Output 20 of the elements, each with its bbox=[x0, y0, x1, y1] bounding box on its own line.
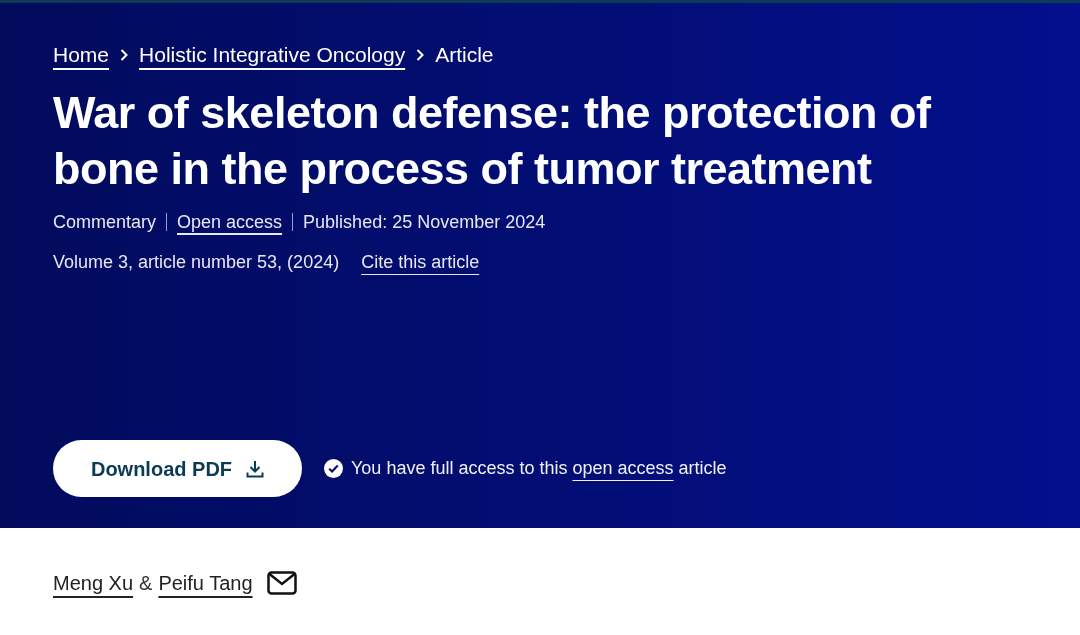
chevron-right-icon bbox=[119, 48, 130, 62]
access-note: You have full access to this open access article bbox=[351, 457, 727, 480]
breadcrumb-current: Article bbox=[435, 42, 494, 69]
download-pdf-button[interactable]: Download PDF bbox=[53, 440, 302, 497]
publication-date: Published: 25 November 2024 bbox=[303, 211, 546, 233]
breadcrumb-link[interactable]: Home bbox=[53, 39, 110, 71]
article-type: Commentary bbox=[53, 211, 157, 233]
cite-link[interactable]: Cite this article bbox=[361, 249, 480, 276]
citation-text: Volume 3, article number 53, (2024) bbox=[53, 251, 340, 274]
article-title: War of skeleton defense: the protection of bone in the process of tumor treatment bbox=[53, 86, 932, 196]
access-type-link[interactable]: Open access bbox=[177, 211, 283, 233]
breadcrumb-link[interactable]: Holistic Integrative Oncology bbox=[139, 39, 406, 71]
envelope-icon[interactable] bbox=[266, 571, 297, 595]
check-circle-icon bbox=[324, 459, 343, 478]
author-link[interactable]: Meng Xu bbox=[53, 568, 134, 598]
download-icon bbox=[246, 459, 265, 478]
open-access-link[interactable]: open access bbox=[572, 458, 674, 478]
author-joiner: & bbox=[139, 571, 153, 596]
author-link[interactable]: Peifu Tang bbox=[158, 568, 253, 598]
chevron-right-icon bbox=[415, 48, 426, 62]
